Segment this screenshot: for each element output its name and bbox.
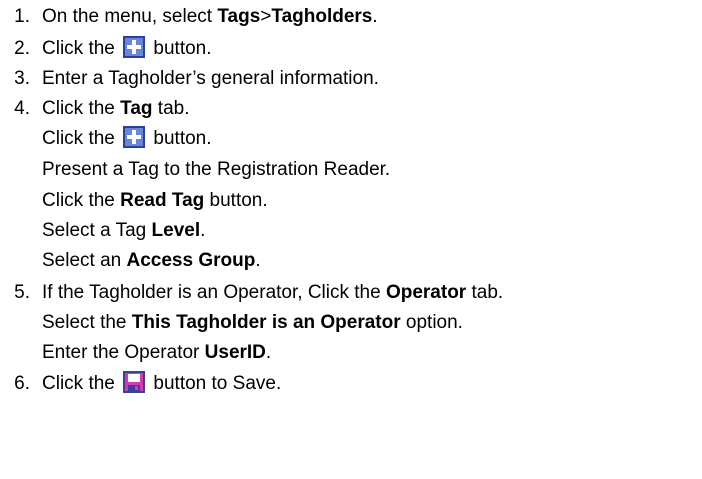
menu-tagholders-label: Tagholders (271, 6, 373, 27)
step-text: Click the Tag tab. (42, 96, 190, 122)
step-text: If the Tagholder is an Operator, Click t… (42, 280, 503, 306)
step-text: Click the button to Save. (42, 371, 281, 397)
step-1-text-b: . (372, 6, 378, 27)
sub-text-a: Select an (42, 250, 127, 271)
tag-tab-label: Tag (120, 98, 153, 119)
step-2-text-b: button. (148, 38, 212, 59)
sub-text-a: Click the (42, 128, 121, 149)
sub-text-a: Enter the Operator (42, 342, 205, 363)
step-text: Click the button. (42, 126, 212, 152)
add-icon (123, 36, 146, 58)
sub-text-b: . (200, 220, 206, 241)
step-text: Click the button. (42, 36, 212, 62)
step-text: On the menu, select Tags>Tagholders. (42, 4, 378, 30)
add-icon (123, 126, 146, 148)
sub-text-b: . (255, 250, 261, 271)
menu-tags-label: Tags (217, 6, 261, 27)
save-icon (123, 371, 146, 393)
step-number: 3. (14, 68, 30, 89)
step-number: 6. (14, 373, 30, 394)
step-text: Select an Access Group. (42, 248, 261, 274)
sub-text-b: option. (400, 312, 463, 333)
step-6-text-a: Click the (42, 373, 121, 394)
sub-text-b: button. (148, 128, 212, 149)
step-text: Select a Tag Level. (42, 218, 205, 244)
step-4-text-b: tab. (152, 98, 190, 119)
step-text: Enter the Operator UserID. (42, 340, 271, 366)
sub-text-a: Click the (42, 190, 121, 211)
menu-separator: > (260, 6, 272, 27)
step-5-text-b: tab. (466, 282, 504, 303)
step-number: 2. (14, 38, 30, 59)
step-text: Click the Read Tag button. (42, 188, 268, 214)
step-4-text-a: Click the (42, 98, 121, 119)
sub-text-b: . (265, 342, 272, 363)
operator-tab-label: Operator (385, 282, 467, 303)
step-number: 4. (14, 98, 30, 119)
access-group-label: Access Group (126, 250, 256, 271)
step-text: Select the This Tagholder is an Operator… (42, 310, 463, 336)
step-1-text-a: On the menu, select (42, 6, 218, 27)
read-tag-button-label: Read Tag (120, 190, 205, 211)
step-2-text-a: Click the (42, 38, 121, 59)
sub-text-b: button. (204, 190, 268, 211)
userid-label: UserID (204, 342, 266, 363)
step-number: 5. (14, 282, 30, 303)
step-text: Enter a Tagholder’s general information. (42, 68, 379, 89)
step-number: 1. (14, 6, 30, 27)
level-label: Level (151, 220, 201, 241)
sub-text-a: Select the (42, 312, 132, 333)
step-text: Present a Tag to the Registration Reader… (42, 159, 391, 180)
step-6-text-b: button to Save. (148, 373, 282, 394)
operator-option-label: This Tagholder is an Operator (131, 312, 401, 333)
step-5-text-a: If the Tagholder is an Operator, Click t… (42, 282, 386, 303)
sub-text-a: Select a Tag (42, 220, 152, 241)
